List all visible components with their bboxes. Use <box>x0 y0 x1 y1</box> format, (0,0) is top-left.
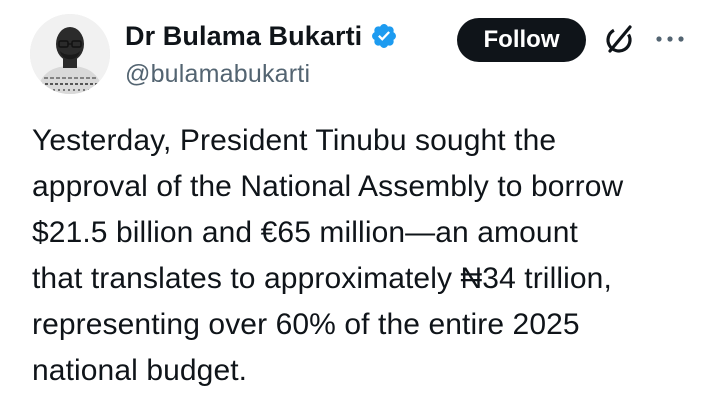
avatar-image <box>30 14 110 94</box>
author-info: Dr Bulama Bukarti @bulamabukarti <box>125 18 398 89</box>
more-horizontal-icon[interactable] <box>650 24 690 54</box>
name-row: Dr Bulama Bukarti <box>125 18 398 54</box>
follow-button[interactable]: Follow <box>457 18 586 62</box>
author-handle[interactable]: @bulamabukarti <box>125 60 398 89</box>
verified-badge-icon[interactable] <box>370 22 398 50</box>
grok-icon[interactable] <box>601 22 637 58</box>
tweet-header: Dr Bulama Bukarti @bulamabukarti Follow <box>0 0 720 110</box>
avatar[interactable] <box>30 14 110 94</box>
author-display-name[interactable]: Dr Bulama Bukarti <box>125 21 362 52</box>
tweet-text: Yesterday, President Tinubu sought the a… <box>32 124 624 387</box>
